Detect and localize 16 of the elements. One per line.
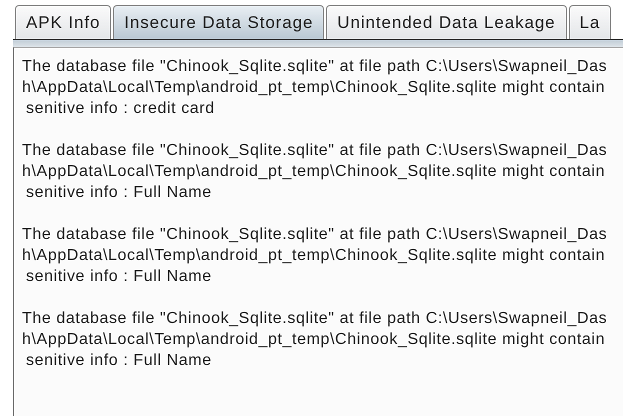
tab[interactable]: Insecure Data Storage xyxy=(113,5,324,39)
tab[interactable]: La xyxy=(568,5,612,39)
finding-text: senitive info : credit card xyxy=(25,99,216,119)
finding-text: senitive info : Full Name xyxy=(25,267,213,287)
tab[interactable]: APK Info xyxy=(15,5,112,39)
finding-text: The database file "Chinook_Sqlite.sqlite" at file path C:\Users\Swapneil_Das xyxy=(22,57,608,77)
finding-text: h\AppData\Local\Temp\android_pt_temp\Chinook_Sqlite.sqlite might contain xyxy=(22,162,606,182)
finding-text: h\AppData\Local\Temp\android_pt_temp\Chinook_Sqlite.sqlite might contain xyxy=(22,246,606,266)
finding-text: h\AppData\Local\Temp\android_pt_temp\Chinook_Sqlite.sqlite might contain xyxy=(22,330,606,350)
tab[interactable]: Unintended Data Leakage xyxy=(326,5,567,39)
finding-text: The database file "Chinook_Sqlite.sqlite" at file path C:\Users\Swapneil_Das xyxy=(22,225,608,245)
finding-text: The database file "Chinook_Sqlite.sqlite" at file path C:\Users\Swapneil_Das xyxy=(22,141,608,161)
finding-text: The database file "Chinook_Sqlite.sqlite" at file path C:\Users\Swapneil_Das xyxy=(22,309,608,329)
finding-text: h\AppData\Local\Temp\android_pt_temp\Chinook_Sqlite.sqlite might contain xyxy=(22,78,606,98)
finding-text: senitive info : Full Name xyxy=(25,351,213,371)
finding-text: senitive info : Full Name xyxy=(25,183,213,203)
